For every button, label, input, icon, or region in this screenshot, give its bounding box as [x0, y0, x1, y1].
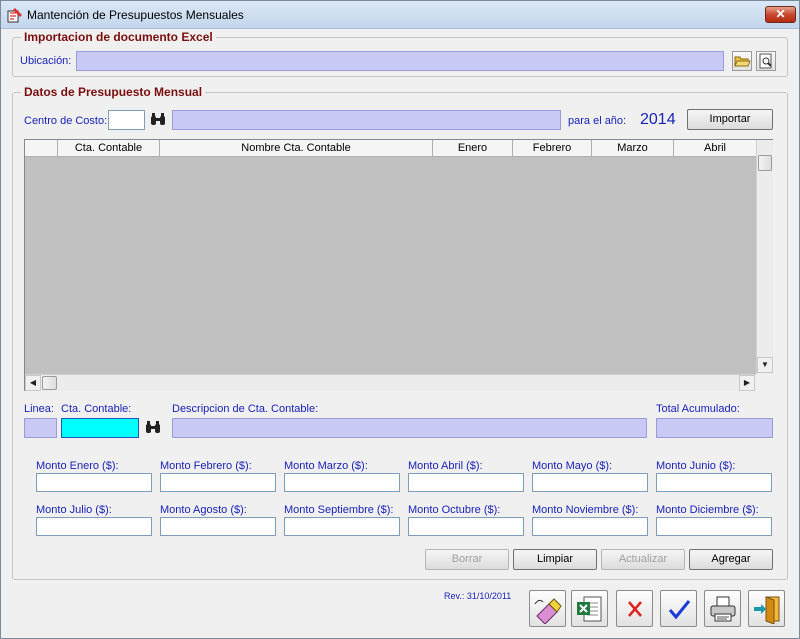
- import-legend: Importacion de documento Excel: [21, 30, 216, 44]
- preview-icon: [759, 53, 772, 69]
- importar-label: Importar: [709, 113, 751, 125]
- exit-door-icon: [754, 596, 780, 624]
- monto-agosto-input[interactable]: [160, 517, 276, 536]
- exit-button[interactable]: [748, 590, 785, 627]
- monto-noviembre-label: Monto Noviembre ($):: [532, 504, 639, 516]
- descripcion-field: [172, 418, 647, 438]
- scroll-corner: [756, 374, 773, 391]
- monto-marzo-label: Monto Marzo ($):: [284, 460, 368, 472]
- monto-diciembre-label: Monto Diciembre ($):: [656, 504, 759, 516]
- monto-mayo-input[interactable]: [532, 473, 648, 492]
- ubicacion-label: Ubicación:: [20, 55, 72, 67]
- monto-marzo-input[interactable]: [284, 473, 400, 492]
- grid-vertical-scrollbar[interactable]: ▼: [756, 140, 773, 374]
- title-bar: Mantención de Presupuestos Mensuales ✕: [1, 1, 799, 29]
- monto-junio-label: Monto Junio ($):: [656, 460, 736, 472]
- limpiar-button[interactable]: Limpiar: [513, 549, 597, 570]
- scroll-right-icon[interactable]: ▶: [739, 375, 755, 391]
- borrar-button[interactable]: Borrar: [425, 549, 509, 570]
- monto-enero-label: Monto Enero ($):: [36, 460, 119, 472]
- scroll-left-icon[interactable]: ◀: [25, 375, 41, 391]
- monto-julio-label: Monto Julio ($):: [36, 504, 112, 516]
- monto-febrero-label: Monto Febrero ($):: [160, 460, 252, 472]
- grid-col-selector: [25, 140, 58, 157]
- monto-octubre-label: Monto Octubre ($):: [408, 504, 501, 516]
- search-cta-button[interactable]: [143, 418, 163, 438]
- budget-grid[interactable]: Cta. Contable Nombre Cta. Contable Enero…: [24, 139, 773, 391]
- print-icon: [710, 596, 736, 622]
- descripcion-label: Descripcion de Cta. Contable:: [172, 403, 319, 415]
- year-value: 2014: [640, 111, 676, 128]
- importar-button[interactable]: Importar: [687, 109, 773, 130]
- agregar-button[interactable]: Agregar: [689, 549, 773, 570]
- accept-icon: [668, 600, 691, 620]
- monto-diciembre-input[interactable]: [656, 517, 772, 536]
- app-icon: [7, 8, 22, 23]
- linea-label: Linea:: [24, 403, 54, 415]
- cta-contable-label: Cta. Contable:: [61, 403, 132, 415]
- accept-button[interactable]: [660, 590, 697, 627]
- grid-col-febrero[interactable]: Febrero: [513, 140, 592, 157]
- monto-noviembre-input[interactable]: [532, 517, 648, 536]
- monto-septiembre-input[interactable]: [284, 517, 400, 536]
- main-window: Mantención de Presupuestos Mensuales ✕ I…: [0, 0, 800, 639]
- total-acumulado-field: [656, 418, 773, 438]
- cancel-button[interactable]: [616, 590, 653, 627]
- grid-col-cta-contable[interactable]: Cta. Contable: [58, 140, 160, 157]
- grid-col-nombre-cta[interactable]: Nombre Cta. Contable: [160, 140, 433, 157]
- preview-button[interactable]: [756, 51, 776, 71]
- search-centro-button[interactable]: [148, 110, 168, 130]
- monto-junio-input[interactable]: [656, 473, 772, 492]
- grid-col-marzo[interactable]: Marzo: [592, 140, 674, 157]
- monto-mayo-label: Monto Mayo ($):: [532, 460, 613, 472]
- print-button[interactable]: [704, 590, 741, 627]
- data-legend: Datos de Presupuesto Mensual: [21, 85, 206, 99]
- excel-export-button[interactable]: [571, 590, 608, 627]
- revision-label: Rev.: 31/10/2011: [444, 591, 512, 601]
- centro-costo-label: Centro de Costo:: [24, 115, 108, 127]
- monto-abril-label: Monto Abril ($):: [408, 460, 483, 472]
- vscroll-thumb[interactable]: [758, 155, 772, 171]
- monto-agosto-label: Monto Agosto ($):: [160, 504, 247, 516]
- ubicacion-field[interactable]: [76, 51, 724, 71]
- grid-col-abril[interactable]: Abril: [674, 140, 756, 157]
- grid-horizontal-scrollbar[interactable]: ◀ ▶: [25, 374, 756, 391]
- binoculars-icon: [151, 113, 165, 125]
- cancel-icon: [628, 601, 642, 617]
- centro-costo-input[interactable]: [108, 110, 145, 130]
- monto-abril-input[interactable]: [408, 473, 524, 492]
- cta-contable-input[interactable]: [61, 418, 139, 438]
- monto-enero-input[interactable]: [36, 473, 152, 492]
- year-label: para el año:: [568, 115, 627, 127]
- hscroll-thumb[interactable]: [42, 376, 57, 390]
- window-title: Mantención de Presupuestos Mensuales: [27, 8, 244, 22]
- eraser-button[interactable]: [529, 590, 566, 627]
- grid-header: Cta. Contable Nombre Cta. Contable Enero…: [25, 140, 756, 157]
- actualizar-button[interactable]: Actualizar: [601, 549, 685, 570]
- scroll-down-icon[interactable]: ▼: [757, 357, 773, 373]
- open-folder-icon: [734, 56, 751, 67]
- total-acumulado-label: Total Acumulado:: [656, 403, 740, 415]
- binoculars-icon: [146, 421, 160, 433]
- monto-julio-input[interactable]: [36, 517, 152, 536]
- monto-febrero-input[interactable]: [160, 473, 276, 492]
- grid-col-enero[interactable]: Enero: [433, 140, 513, 157]
- excel-export-icon: [577, 596, 602, 622]
- centro-costo-description: [172, 110, 561, 130]
- close-button[interactable]: ✕: [765, 6, 796, 23]
- open-folder-button[interactable]: [732, 51, 752, 71]
- eraser-icon: [534, 598, 562, 624]
- monto-octubre-input[interactable]: [408, 517, 524, 536]
- linea-field: [24, 418, 57, 438]
- monto-septiembre-label: Monto Septiembre ($):: [284, 504, 394, 516]
